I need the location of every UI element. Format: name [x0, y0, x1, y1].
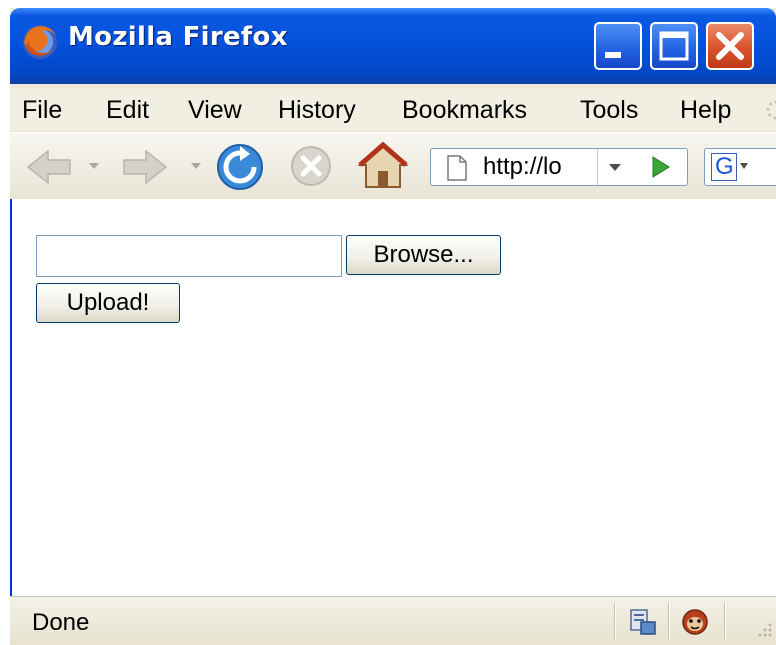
reload-icon[interactable]	[214, 141, 266, 193]
search-engine-icon[interactable]: G	[711, 153, 737, 181]
back-dropdown-icon[interactable]	[88, 161, 100, 171]
greasemonkey-icon[interactable]	[680, 607, 710, 637]
page-content: Browse... Upload!	[10, 199, 776, 596]
home-icon[interactable]	[356, 139, 410, 191]
status-divider	[724, 603, 725, 639]
title-bar[interactable]: Mozilla Firefox	[10, 8, 776, 84]
menu-bookmarks[interactable]: Bookmarks	[402, 96, 527, 125]
close-icon	[716, 32, 744, 60]
menu-bar: File Edit View History Bookmarks Tools H…	[10, 88, 776, 130]
menu-tools[interactable]: Tools	[580, 96, 638, 125]
go-arrow-icon	[652, 156, 670, 178]
download-status-icon[interactable]	[628, 607, 658, 637]
menu-history[interactable]: History	[278, 96, 356, 125]
browse-button[interactable]: Browse...	[346, 235, 501, 275]
back-icon[interactable]	[24, 145, 78, 189]
menu-edit[interactable]: Edit	[106, 96, 149, 125]
forward-dropdown-icon[interactable]	[190, 161, 202, 171]
resize-grip-icon[interactable]	[754, 621, 774, 641]
forward-icon[interactable]	[116, 145, 170, 189]
file-path-input[interactable]	[36, 235, 342, 277]
status-bar: Done	[10, 596, 776, 645]
address-bar[interactable]: http://lo	[430, 148, 688, 186]
menu-view[interactable]: View	[188, 96, 242, 125]
go-button[interactable]	[635, 149, 687, 185]
search-engine-dropdown-icon[interactable]	[739, 161, 749, 171]
firefox-logo-icon	[23, 25, 57, 59]
close-button[interactable]	[706, 22, 754, 70]
maximize-button[interactable]	[650, 22, 698, 70]
status-text: Done	[32, 609, 90, 636]
address-input[interactable]: http://lo	[483, 153, 562, 181]
menu-help[interactable]: Help	[680, 96, 731, 125]
menu-file[interactable]: File	[22, 96, 62, 125]
status-divider	[668, 603, 669, 639]
address-history-dropdown[interactable]	[597, 149, 633, 185]
firefox-window: Mozilla Firefox File Edit View History B…	[10, 8, 776, 645]
maximize-icon	[659, 31, 689, 61]
stop-icon[interactable]	[288, 143, 334, 189]
minimize-button[interactable]	[594, 22, 642, 70]
window-title: Mozilla Firefox	[68, 22, 288, 52]
minimize-icon	[605, 52, 621, 58]
page-icon	[447, 155, 467, 181]
search-engine-letter: G	[715, 153, 734, 180]
chevron-down-icon	[609, 164, 621, 171]
upload-button[interactable]: Upload!	[36, 283, 180, 323]
status-divider	[614, 603, 615, 639]
throbber-icon	[766, 100, 776, 120]
search-bar[interactable]: G	[704, 148, 776, 186]
